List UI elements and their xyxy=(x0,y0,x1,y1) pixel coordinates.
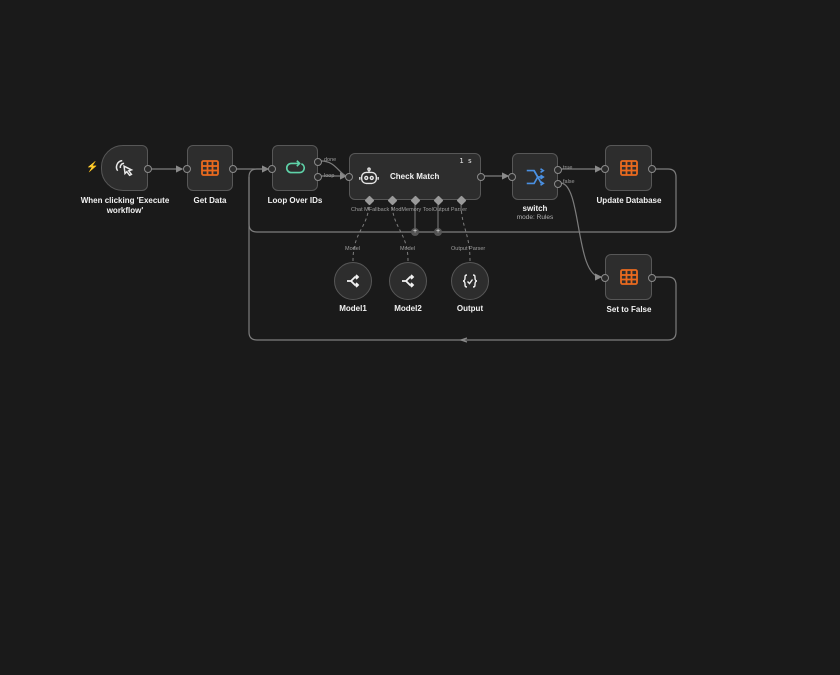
update-database-label: Update Database xyxy=(596,196,662,205)
table-icon xyxy=(619,269,638,285)
model1-label: Model1 xyxy=(339,304,367,313)
model2-node[interactable] xyxy=(389,262,427,300)
set-false-input-port[interactable] xyxy=(601,274,609,282)
loop-loop-label: loop xyxy=(324,173,335,179)
model2-label: Model2 xyxy=(394,304,422,313)
output-parser-icon xyxy=(462,274,478,288)
openrouter-icon xyxy=(347,274,360,288)
switch-label: switch xyxy=(522,204,548,213)
loop-label: Loop Over IDs xyxy=(267,196,323,205)
switch-false-label: false xyxy=(563,179,575,185)
cursor-click-icon xyxy=(115,159,133,177)
update-database-output-port[interactable] xyxy=(648,165,656,173)
set-false-output-port[interactable] xyxy=(648,274,656,282)
model1-node[interactable] xyxy=(334,262,372,300)
get-data-output-port[interactable] xyxy=(229,165,237,173)
loop-done-port[interactable] xyxy=(314,158,322,166)
set-false-node[interactable] xyxy=(601,254,656,300)
model1-port-label: Model xyxy=(345,246,360,252)
switch-input-port[interactable] xyxy=(508,173,516,181)
get-data-input-port[interactable] xyxy=(183,165,191,173)
trigger-label: When clicking 'Execute workflow' xyxy=(80,196,170,215)
loop-node[interactable] xyxy=(268,145,322,191)
add-tool-button[interactable]: + xyxy=(434,228,442,236)
output-label: Output xyxy=(456,304,484,313)
model2-port-label: Model xyxy=(400,246,415,252)
get-data-label: Get Data xyxy=(193,196,227,205)
trigger-output-port[interactable] xyxy=(144,165,152,173)
update-database-input-port[interactable] xyxy=(601,165,609,173)
check-match-node[interactable]: Check Match 1 s xyxy=(345,153,485,200)
check-match-sub-port-labels: Chat MFallback ModMemory ToolOutput Pars… xyxy=(351,207,468,213)
add-memory-button[interactable]: + xyxy=(411,228,419,236)
switch-true-port[interactable] xyxy=(554,166,562,174)
robot-icon xyxy=(359,166,379,184)
table-icon xyxy=(201,160,219,176)
output-node[interactable] xyxy=(451,262,489,300)
execution-time-badge: 1 s xyxy=(459,157,472,165)
switch-false-port[interactable] xyxy=(554,180,562,188)
switch-node[interactable] xyxy=(508,153,562,200)
loop-done-label: done xyxy=(324,157,337,163)
check-match-output-port[interactable] xyxy=(477,173,485,181)
openrouter-icon xyxy=(402,274,415,288)
check-match-label: Check Match xyxy=(390,172,440,181)
output-port-label: Output Parser xyxy=(451,246,486,252)
loop-loop-port[interactable] xyxy=(314,173,322,181)
trigger-node[interactable] xyxy=(101,145,152,191)
loop-input-port[interactable] xyxy=(268,165,276,173)
switch-subtitle: mode: Rules xyxy=(516,214,554,221)
switch-true-label: true xyxy=(563,165,573,171)
loop-icon xyxy=(285,160,305,174)
lightning-icon: ⚡ xyxy=(86,162,99,173)
table-icon xyxy=(619,160,638,176)
check-match-input-port[interactable] xyxy=(345,173,353,181)
get-data-node[interactable] xyxy=(183,145,237,191)
switch-icon xyxy=(526,167,545,186)
update-database-node[interactable] xyxy=(601,145,656,191)
workflow-canvas[interactable] xyxy=(0,0,840,675)
set-false-label: Set to False xyxy=(606,305,652,314)
